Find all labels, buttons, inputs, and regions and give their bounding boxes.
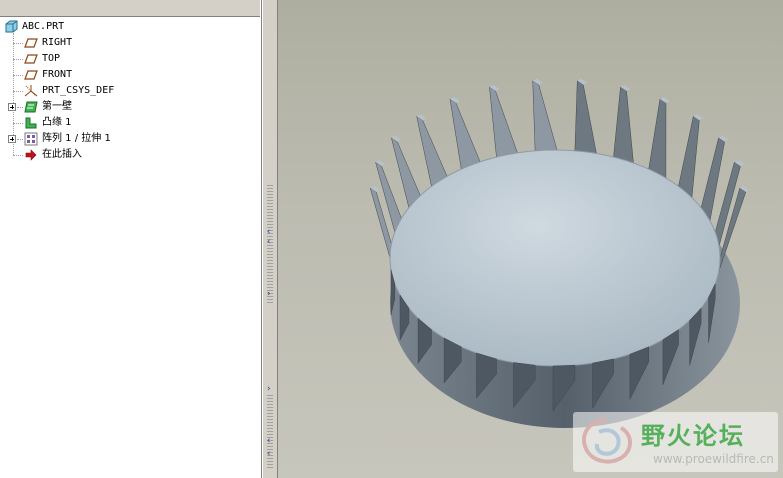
tree-connector-line — [13, 91, 23, 93]
model-tooth — [449, 98, 481, 170]
model-tooth — [700, 137, 725, 222]
tree-connector-line — [17, 139, 23, 141]
flange-wall-icon — [24, 116, 38, 130]
insert-here-arrow-icon — [24, 148, 38, 162]
model-tooth — [678, 115, 700, 199]
tree-item-label: 凸缘 1 — [42, 117, 72, 128]
expand-right-icon[interactable]: › — [266, 385, 271, 394]
model-tooth — [416, 115, 448, 187]
coordinate-system-icon — [24, 84, 38, 98]
model-tooth — [375, 161, 402, 233]
tree-item-label: TOP — [42, 53, 61, 64]
collapse-left-icon[interactable]: ‹ — [266, 437, 271, 446]
tree-item-label: 在此插入 — [42, 149, 82, 160]
tree-item-label: RIGHT — [42, 37, 73, 48]
tree-connector-line — [13, 75, 23, 77]
watermark-url: www.proewildfire.cn — [653, 452, 774, 466]
pattern-icon — [24, 132, 38, 146]
expand-toggle[interactable] — [8, 103, 16, 111]
expand-right-icon[interactable]: › — [266, 290, 271, 299]
tree-connector-line — [13, 43, 23, 45]
datum-plane-icon — [24, 68, 38, 82]
model-tooth — [613, 86, 634, 164]
datum-plane-icon — [24, 36, 38, 50]
model-tooth — [489, 86, 518, 158]
sheetmetal-wall-icon — [24, 100, 38, 114]
model-tooth — [532, 80, 558, 152]
part-icon — [4, 20, 18, 34]
watermark: 野火论坛 www.proewildfire.cn — [573, 412, 778, 472]
tree-item-label: ABC.PRT — [22, 21, 65, 32]
model-inner-face — [389, 149, 721, 367]
tree-connector-line — [13, 155, 23, 157]
model-tooth — [390, 137, 421, 209]
tree-item-label: 阵列 1 / 拉伸 1 — [42, 133, 111, 144]
model-tree-header — [0, 0, 260, 17]
collapse-left-icon[interactable]: ‹ — [266, 238, 271, 247]
tree-item-label: PRT_CSYS_DEF — [42, 85, 115, 96]
watermark-title: 野火论坛 — [641, 422, 745, 450]
tree-connector-line — [17, 107, 23, 109]
sheetmetal-model[interactable] — [278, 0, 783, 478]
expand-toggle[interactable] — [8, 135, 16, 143]
watermark-logo — [582, 418, 632, 464]
tree-item-label: 第一壁 — [42, 101, 72, 112]
panel-splitter[interactable]: ‹ ‹ › › ‹ ‹ — [262, 0, 278, 478]
collapse-left-icon[interactable]: ‹ — [266, 228, 271, 237]
datum-plane-icon — [24, 52, 38, 66]
model-tooth — [574, 80, 597, 154]
model-tooth — [648, 98, 667, 179]
tree-item-label: FRONT — [42, 69, 73, 80]
collapse-left-icon[interactable]: ‹ — [266, 450, 271, 459]
model-tree-panel: ABC.PRT RIGHT TOP FRONT PRT_CSYS_DEF 第一壁 — [0, 0, 262, 478]
tree-connector-line — [13, 123, 23, 125]
tree-connector-line — [13, 59, 23, 61]
graphics-window[interactable] — [278, 0, 783, 478]
